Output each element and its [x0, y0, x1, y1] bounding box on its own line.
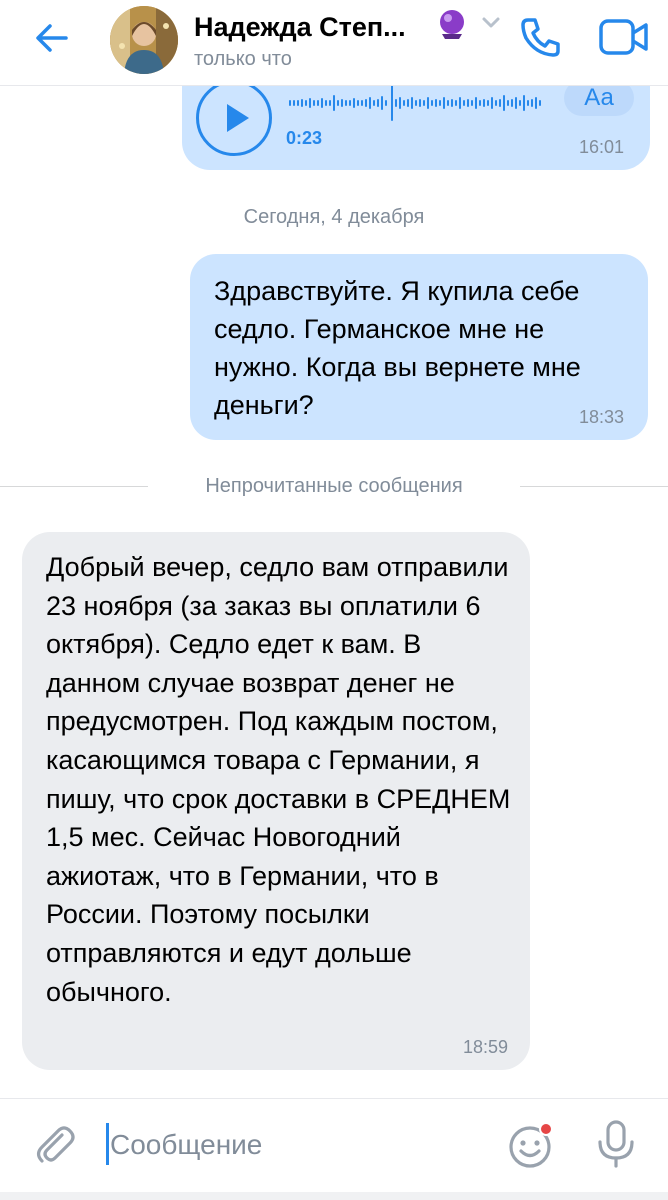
- voice-duration: 0:23: [286, 128, 323, 148]
- crystal-ball-icon: [440, 10, 464, 39]
- message-input[interactable]: [110, 1125, 490, 1165]
- message-composer: [0, 1098, 668, 1200]
- message-text: Добрый вечер, седло вам отправили 23 ноя…: [46, 552, 511, 1007]
- message-time: 18:59: [462, 1037, 508, 1057]
- microphone-icon[interactable]: [594, 1119, 638, 1169]
- voice-waveform[interactable]: [286, 82, 546, 124]
- incoming-message[interactable]: Добрый вечер, седло вам отправили 23 ноя…: [22, 532, 530, 1070]
- attach-icon[interactable]: [32, 1121, 78, 1167]
- chat-header: Надежда Степ... только что: [0, 0, 668, 86]
- video-camera-icon[interactable]: [598, 16, 650, 58]
- unread-label: Непрочитанные сообщения: [187, 475, 481, 497]
- navigation-bar: [0, 1192, 668, 1200]
- play-button[interactable]: [196, 80, 272, 156]
- unread-separator: Непрочитанные сообщения: [0, 472, 668, 500]
- chevron-down-icon[interactable]: [480, 16, 502, 30]
- contact-status: только что: [194, 48, 292, 70]
- back-arrow-icon[interactable]: [30, 16, 74, 60]
- message-time: 16:01: [578, 137, 624, 157]
- message-time: 18:33: [578, 407, 624, 427]
- smile-icon[interactable]: [508, 1121, 556, 1169]
- message-text: Здравствуйте. Я купила себе седло. Герма…: [214, 276, 581, 420]
- contact-name[interactable]: Надежда Степ...: [194, 12, 406, 43]
- text-cursor: [106, 1123, 109, 1165]
- avatar[interactable]: [110, 6, 178, 74]
- date-separator: Сегодня, 4 декабря: [243, 206, 425, 228]
- phone-icon[interactable]: [518, 14, 564, 60]
- outgoing-message[interactable]: Здравствуйте. Я купила себе седло. Герма…: [190, 254, 648, 440]
